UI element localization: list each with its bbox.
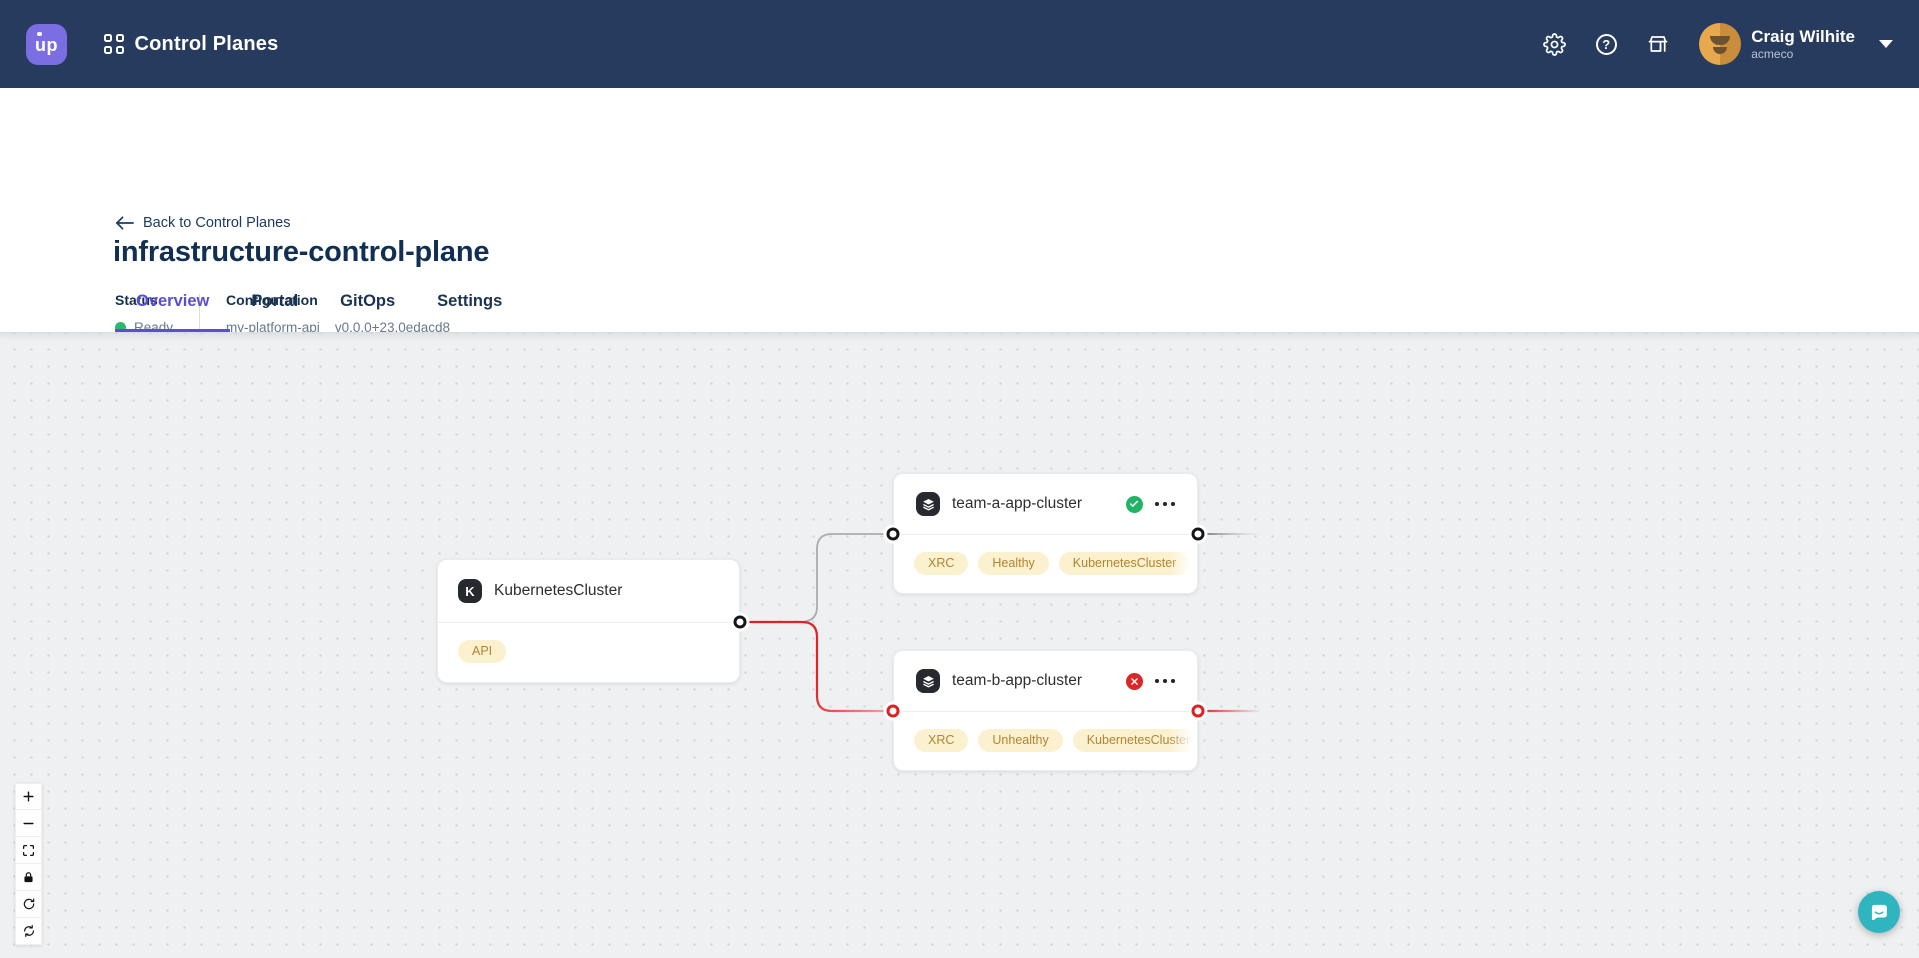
logo-dot: [37, 32, 42, 37]
avatar[interactable]: [1699, 23, 1741, 65]
node-menu-button[interactable]: [1155, 675, 1176, 688]
tabbar: Overview Portal GitOps Settings: [0, 292, 1919, 332]
graph-canvas[interactable]: K KubernetesCluster API team-a-app-clust…: [0, 332, 1919, 958]
layers-icon: [916, 669, 940, 693]
node-badges: API: [438, 623, 739, 663]
badge-healthy: Healthy: [978, 552, 1048, 575]
lock-button[interactable]: [15, 864, 42, 891]
edges-layer: [0, 333, 1919, 958]
logo-text: up: [35, 35, 58, 56]
settings-gear-icon[interactable]: [1541, 31, 1567, 57]
fit-view-button[interactable]: [15, 837, 42, 864]
grid-square: [104, 34, 112, 42]
app-header: up Control Planes ?: [0, 0, 1919, 88]
canvas-controls: [15, 783, 42, 945]
node-team-a-app-cluster[interactable]: team-a-app-cluster XRC Healthy Kubernete…: [893, 473, 1198, 594]
node-badges: XRC Unhealthy KubernetesCluster: [894, 712, 1197, 752]
kubernetes-cluster-icon: K: [458, 579, 482, 603]
handle-team-b-source[interactable]: [1192, 705, 1205, 718]
back-link[interactable]: Back to Control Planes: [115, 215, 291, 231]
badge-xrc: XRC: [914, 729, 968, 752]
zoom-in-button[interactable]: [15, 783, 42, 810]
grid-square: [116, 46, 124, 54]
icon-letter: K: [465, 584, 474, 599]
tab-settings[interactable]: Settings: [416, 292, 523, 332]
chevron-down-icon[interactable]: [1879, 40, 1893, 48]
grid-icon: [104, 34, 124, 54]
chat-bubble-icon: [1868, 901, 1890, 923]
node-badges: XRC Healthy KubernetesCluster: [894, 535, 1197, 575]
edge-k-to-team-b: [740, 622, 893, 711]
arrow-left-icon: [115, 216, 134, 230]
tab-gitops[interactable]: GitOps: [319, 292, 416, 332]
user-org: acmeco: [1751, 47, 1855, 61]
refresh-button[interactable]: [15, 918, 42, 945]
node-title: team-a-app-cluster: [952, 495, 1082, 513]
badge-api: API: [458, 640, 506, 663]
page-title: infrastructure-control-plane: [113, 236, 489, 269]
grid-square: [116, 34, 124, 42]
app-title: Control Planes: [135, 33, 279, 56]
check-circle-icon: [1126, 496, 1143, 513]
badge-unhealthy: Unhealthy: [978, 729, 1062, 752]
handle-team-a-target[interactable]: [887, 528, 900, 541]
tab-portal[interactable]: Portal: [230, 292, 319, 332]
question-mark: ?: [1596, 34, 1617, 55]
page-head: Back to Control Planes infrastructure-co…: [0, 88, 1919, 332]
zoom-out-button[interactable]: [15, 810, 42, 837]
help-icon[interactable]: ?: [1593, 31, 1619, 57]
badge-xrc: XRC: [914, 552, 968, 575]
header-actions: ? Craig Wilhite acmeco: [1515, 23, 1893, 65]
user-menu[interactable]: Craig Wilhite acmeco: [1751, 27, 1855, 61]
node-kubernetescluster[interactable]: K KubernetesCluster API: [437, 559, 740, 683]
node-menu-button[interactable]: [1155, 498, 1176, 511]
node-team-b-app-cluster[interactable]: team-b-app-cluster XRC Unhealthy Kuberne…: [893, 650, 1198, 771]
chat-launcher-button[interactable]: [1858, 891, 1900, 933]
handle-team-b-target[interactable]: [887, 705, 900, 718]
grid-square: [104, 46, 112, 54]
layers-icon: [916, 492, 940, 516]
marketplace-icon[interactable]: [1645, 31, 1671, 57]
handle-kubernetescluster-source[interactable]: [734, 616, 747, 629]
upbound-logo[interactable]: up: [26, 24, 67, 65]
x-circle-icon: [1126, 673, 1143, 690]
avatar-shape: [1713, 47, 1727, 54]
tab-overview[interactable]: Overview: [115, 292, 230, 332]
user-name: Craig Wilhite: [1751, 27, 1855, 47]
badge-kubernetescluster: KubernetesCluster: [1073, 729, 1197, 752]
avatar-shape: [1710, 36, 1730, 45]
handle-team-a-source[interactable]: [1192, 528, 1205, 541]
back-link-label: Back to Control Planes: [143, 215, 291, 231]
rotate-button[interactable]: [15, 891, 42, 918]
edge-k-to-team-a: [800, 534, 893, 622]
badge-kubernetescluster: KubernetesCluster: [1059, 552, 1191, 575]
node-title: KubernetesCluster: [494, 582, 622, 600]
node-title: team-b-app-cluster: [952, 672, 1082, 690]
